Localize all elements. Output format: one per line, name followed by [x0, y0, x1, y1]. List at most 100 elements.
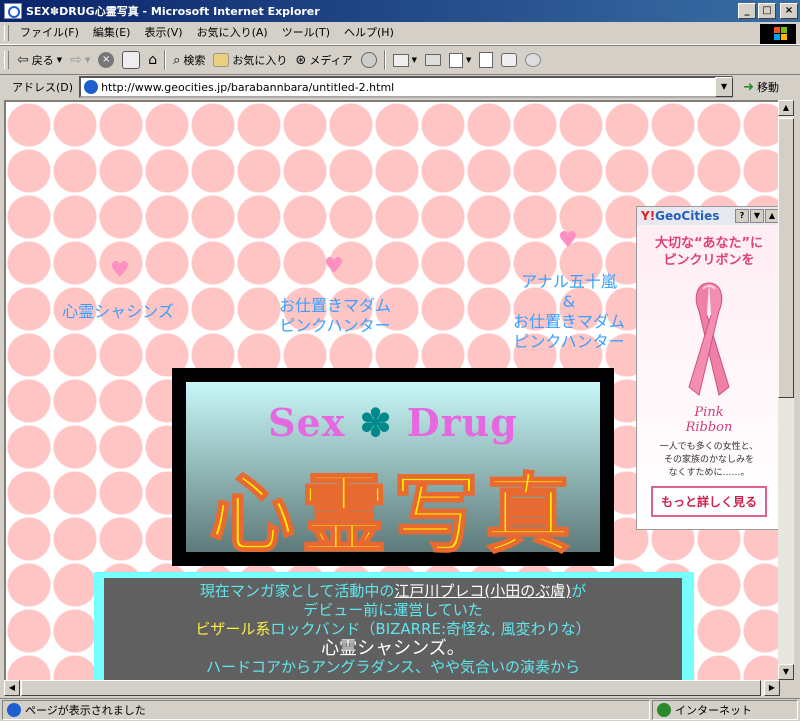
security-zone: インターネット	[652, 700, 798, 720]
scroll-right-button[interactable]: ▶	[764, 680, 780, 696]
edit-button[interactable]: ▼	[445, 49, 475, 71]
ad-copy-line: 一人でも多くの女性と、	[659, 442, 759, 452]
heart-icon: ♥	[110, 258, 130, 283]
stop-icon: ×	[98, 52, 115, 68]
menu-edit[interactable]: 編集(E)	[86, 24, 138, 42]
description-text: が	[571, 582, 587, 600]
mail-button[interactable]: ▼	[389, 49, 421, 71]
menu-grip	[4, 25, 9, 41]
go-button[interactable]: ➜ 移動	[743, 79, 779, 95]
toolbar-grip	[4, 51, 9, 69]
history-button[interactable]	[357, 49, 381, 71]
chevron-down-icon: ▼	[411, 56, 417, 64]
scroll-left-button[interactable]: ◀	[4, 680, 20, 696]
nav-link-shinrei-shashins[interactable]: 心霊シャシンズ	[48, 302, 188, 322]
ad-more-button[interactable]: もっと詳しく見る	[650, 486, 767, 517]
back-arrow-icon: ⇦	[17, 52, 29, 68]
ad-headline-line: ピンクリボンを	[663, 253, 755, 268]
chevron-down-icon: ▼	[84, 56, 91, 64]
address-input[interactable]: http://www.geocities.jp/barabannbara/unt…	[79, 76, 734, 98]
discuss-button[interactable]	[475, 49, 497, 71]
address-bar: アドレス(D) http://www.geocities.jp/barabann…	[0, 74, 800, 99]
toolbar-separator	[383, 50, 386, 70]
menu-file[interactable]: ファイル(F)	[13, 24, 86, 42]
internet-globe-icon	[657, 703, 671, 717]
vertical-scroll-thumb[interactable]	[778, 118, 794, 398]
nav-link-anal-igarashi[interactable]: アナル五十嵐 & お仕置きマダム ピンクハンター	[494, 272, 644, 352]
menu-favorites[interactable]: お気に入り(A)	[190, 24, 275, 42]
menu-bar: ファイル(F) 編集(E) 表示(V) お気に入り(A) ツール(T) ヘルプ(…	[0, 22, 800, 45]
favorites-folder-icon	[213, 53, 230, 67]
ad-expand-button[interactable]: ▲	[765, 209, 779, 223]
menu-view[interactable]: 表示(V)	[137, 24, 189, 42]
minimize-button[interactable]: _	[738, 3, 756, 19]
window-titlebar: SEX✽DRUG心霊写真 - Microsoft Internet Explor…	[0, 0, 800, 22]
home-button[interactable]: ⌂	[144, 49, 161, 71]
nav-link-text: ピンクハンター	[513, 332, 625, 351]
print-button[interactable]	[421, 49, 445, 71]
nav-link-text: &	[562, 292, 576, 311]
research-button[interactable]	[497, 49, 521, 71]
window-controls: _ □ ×	[738, 3, 798, 19]
print-icon	[424, 54, 441, 66]
search-button[interactable]: ⌕ 検索	[169, 49, 209, 71]
back-button[interactable]: ⇦ 戻る ▼	[13, 49, 66, 71]
history-icon	[360, 52, 377, 68]
geocities-ad[interactable]: Y! GeoCities ? ▼ ▲ 大切な“あなた”に ピンクリボンを Pin…	[636, 206, 780, 530]
nav-link-text: ピンクハンター	[279, 316, 391, 335]
vertical-scrollbar[interactable]: ▲ ▼	[778, 100, 794, 680]
menu-help[interactable]: ヘルプ(H)	[337, 24, 401, 42]
forward-button[interactable]: ⇨ ▼	[66, 49, 94, 71]
ad-copy-line: なくすために……。	[668, 468, 750, 478]
nav-link-text: アナル五十嵐	[521, 272, 617, 291]
search-label: 検索	[183, 54, 206, 67]
ad-wordmark-line: Ribbon	[685, 420, 733, 435]
media-button[interactable]: ⊛ メディア	[291, 49, 356, 71]
description-box: 現在マンガ家として活動中の江戸川プレコ(小田のぶ膚)が デビュー前に運営していた…	[94, 572, 694, 680]
maximize-button[interactable]: □	[758, 3, 776, 19]
ad-copy: 一人でも多くの女性と、 その家族のかなしみを なくすために……。	[637, 441, 780, 480]
ad-collapse-button[interactable]: ▼	[750, 209, 764, 223]
research-icon	[501, 53, 518, 67]
go-label: 移動	[756, 81, 779, 94]
edit-icon	[448, 52, 463, 68]
horizontal-scroll-thumb[interactable]	[21, 680, 761, 696]
home-icon: ⌂	[148, 52, 158, 68]
forward-arrow-icon: ⇨	[70, 52, 82, 68]
media-label: メディア	[309, 54, 353, 67]
asterisk-icon: ✽	[359, 400, 393, 445]
description-panel: 現在マンガ家として活動中の江戸川プレコ(小田のぶ膚)が デビュー前に運営していた…	[104, 578, 682, 680]
ad-controls: ? ▼ ▲	[735, 209, 780, 223]
discuss-icon	[479, 52, 494, 68]
description-text: ハードコアからアングラダンス、やや気合いの演奏から	[205, 658, 581, 676]
heart-icon: ♥	[558, 228, 578, 253]
description-text: デビュー前に運営していた	[303, 601, 483, 619]
close-button[interactable]: ×	[780, 3, 798, 19]
zone-text: インターネット	[675, 704, 752, 717]
yahoo-logo: Y!	[641, 209, 656, 223]
ad-help-button[interactable]: ?	[735, 209, 749, 223]
heart-icon: ♥	[324, 254, 344, 279]
messenger-button[interactable]	[521, 49, 545, 71]
nav-link-oshioki-madam[interactable]: お仕置きマダム ピンクハンター	[260, 296, 410, 336]
refresh-button[interactable]	[118, 49, 144, 71]
status-text: ページが表示されました	[25, 704, 146, 717]
description-text: 現在マンガ家として活動中の	[199, 582, 395, 600]
author-link[interactable]: 江戸川プレコ(小田のぶ膚)	[394, 582, 571, 600]
ad-copy-line: その家族のかなしみを	[663, 455, 754, 465]
page-done-icon	[7, 703, 21, 717]
horizontal-scrollbar[interactable]: ◀ ▶	[4, 680, 780, 696]
address-label: アドレス(D)	[12, 81, 74, 94]
menu-tools[interactable]: ツール(T)	[275, 24, 337, 42]
stop-button[interactable]: ×	[94, 49, 118, 71]
banner-word-drug: Drug	[406, 400, 518, 445]
ad-wordmark-line: Pink	[694, 405, 724, 420]
favorites-button[interactable]: お気に入り	[209, 49, 291, 71]
messenger-icon	[525, 53, 542, 67]
scroll-down-button[interactable]: ▼	[778, 664, 794, 680]
favorites-label: お気に入り	[232, 54, 288, 67]
description-text: ビザール系	[195, 620, 271, 638]
address-dropdown[interactable]: ▼	[715, 77, 734, 97]
scroll-up-button[interactable]: ▲	[778, 100, 794, 116]
nav-link-text: お仕置きマダム	[512, 312, 625, 331]
